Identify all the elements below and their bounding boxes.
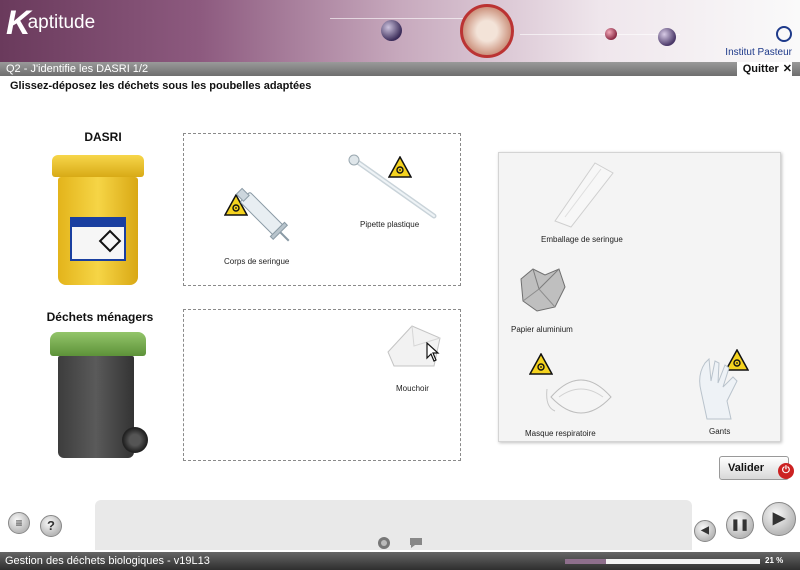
item-label: Gants — [709, 427, 731, 436]
draggable-syringe-body[interactable]: Corps de seringue — [214, 179, 304, 269]
progress-bar — [565, 559, 760, 564]
question-titlebar: Q2 - J'identifie les DASRI 1/2 — [0, 62, 800, 76]
progress-fill — [565, 559, 606, 564]
validate-button[interactable]: Valider ⏻ — [719, 456, 794, 480]
syringe-icon — [235, 187, 290, 242]
item-label: Pipette plastique — [360, 220, 420, 229]
packaging-icon — [554, 162, 614, 228]
kaptitude-logo: Kaptitude — [6, 4, 96, 42]
hazard-sticker — [70, 217, 126, 261]
course-title: Gestion des déchets biologiques - v19L13 — [5, 555, 210, 567]
institut-pasteur-logo: Institut Pasteur — [725, 26, 792, 58]
next-button[interactable]: ▶ — [762, 502, 796, 536]
household-bin-image — [50, 332, 148, 464]
close-icon: ✕ — [782, 63, 792, 75]
item-label: Masque respiratoire — [525, 429, 596, 438]
cursor-icon — [426, 342, 440, 362]
feedback-panel — [95, 500, 692, 550]
help-button[interactable]: ? — [40, 515, 62, 537]
menagers-bin-label: Déchets ménagers — [46, 310, 154, 324]
pause-button[interactable]: ❚❚ — [726, 511, 754, 539]
header-banner: Kaptitude Institut Pasteur — [0, 0, 800, 62]
dasri-drop-zone[interactable]: Corps de seringue Pipette plastique — [183, 133, 461, 286]
decorative-line — [520, 34, 680, 35]
item-label: Emballage de seringue — [541, 235, 623, 244]
header-medallion — [460, 4, 514, 58]
item-label: Papier aluminium — [511, 325, 573, 334]
dasri-bin-label: DASRI — [84, 130, 122, 144]
decorative-sphere — [605, 28, 617, 40]
dasri-bin-image — [52, 155, 144, 287]
power-icon: ⏻ — [778, 463, 794, 479]
bin-wheel — [122, 427, 148, 453]
menu-button[interactable]: ≡ — [8, 512, 30, 534]
draggable-gloves[interactable]: Gants — [693, 349, 773, 439]
draggable-syringe-packaging[interactable]: Emballage de seringue — [537, 159, 647, 249]
item-label: Mouchoir — [396, 384, 429, 393]
quit-button[interactable]: Quitter ✕ — [736, 62, 792, 76]
decorative-sphere — [381, 20, 402, 41]
draggable-respirator-mask[interactable]: Masque respiratoire — [519, 349, 629, 439]
chevron-left-icon: ◀ — [701, 525, 709, 536]
items-tray[interactable]: Emballage de seringue Papier aluminium M… — [498, 152, 781, 442]
menagers-drop-zone[interactable]: Mouchoir — [183, 309, 461, 461]
list-icon: ≡ — [15, 516, 23, 530]
app-window: Kaptitude Institut Pasteur Q2 - J'identi… — [0, 0, 800, 570]
pasteur-mark-icon — [776, 26, 792, 42]
item-label: Corps de seringue — [224, 257, 290, 266]
pause-icon: ❚❚ — [730, 519, 750, 531]
play-icon: ▶ — [772, 510, 786, 527]
progress-percentage: 21 % — [765, 556, 784, 565]
question-mark-icon: ? — [47, 518, 55, 533]
draggable-plastic-pipette[interactable]: Pipette plastique — [346, 152, 446, 232]
pipette-icon — [348, 154, 437, 219]
mask-icon — [546, 379, 612, 414]
aluminium-foil-icon — [520, 268, 566, 312]
previous-button[interactable]: ◀ — [694, 520, 716, 542]
instruction-text: Glissez-déposez les déchets sous les pou… — [10, 80, 312, 92]
draggable-aluminium-foil[interactable]: Papier aluminium — [509, 263, 599, 338]
question-title: Q2 - J'identifie les DASRI 1/2 — [6, 63, 149, 75]
glove-icon — [699, 357, 738, 420]
decorative-sphere — [658, 28, 676, 46]
draggable-tissue[interactable]: Mouchoir — [382, 320, 452, 395]
